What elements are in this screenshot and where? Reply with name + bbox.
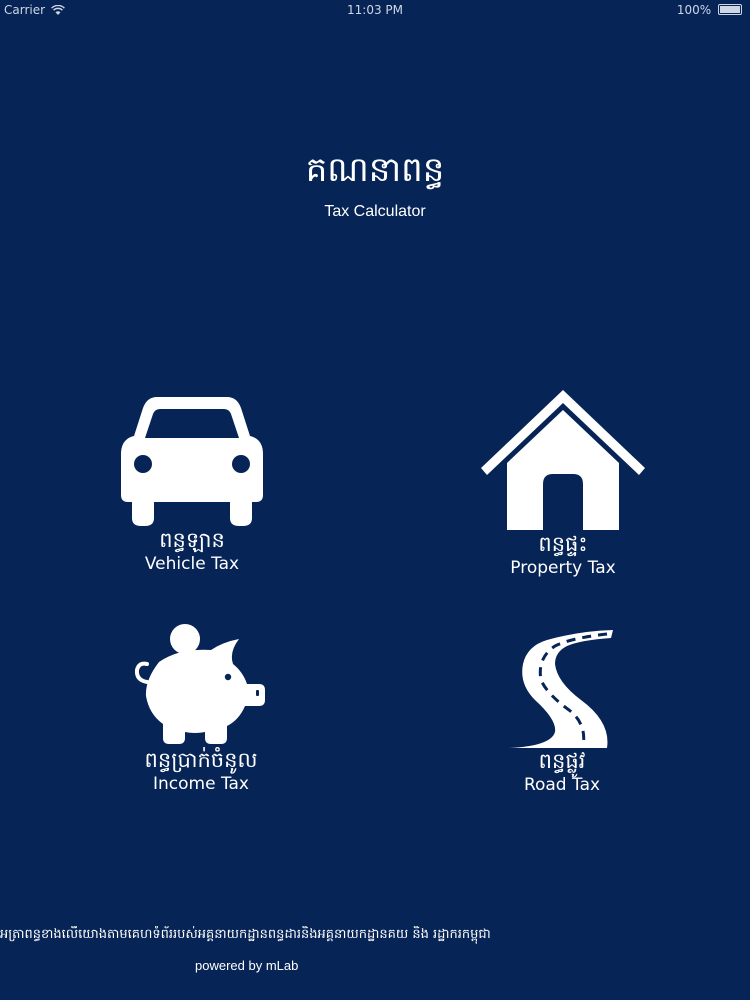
battery-percent: 100% bbox=[676, 3, 712, 17]
property-tax-button[interactable]: ពន្ធផ្ទះ Property Tax bbox=[453, 388, 673, 579]
property-tax-label: Property Tax bbox=[510, 558, 616, 578]
battery-icon bbox=[718, 4, 742, 15]
powered-by-label: powered by mLab bbox=[195, 958, 299, 973]
page-title-khmer: គណនាពន្ធ bbox=[305, 150, 445, 190]
piggy-bank-icon bbox=[134, 624, 265, 744]
road-tax-button[interactable]: ពន្ធផ្លូវ Road Tax bbox=[452, 628, 672, 796]
tax-rate-source-note: អត្រាពន្ធខាងលើយោងតាមគេហទំព័ររបស់អគ្គនាយក… bbox=[0, 927, 491, 942]
vehicle-tax-button[interactable]: ពន្ធឡាន Vehicle Tax bbox=[82, 392, 302, 575]
status-battery: 100% bbox=[677, 3, 742, 17]
road-icon bbox=[509, 630, 613, 748]
road-tax-label-khmer: ពន្ធផ្លូវ bbox=[538, 749, 586, 773]
property-tax-label-khmer: ពន្ធផ្ទះ bbox=[538, 532, 588, 556]
car-icon bbox=[121, 397, 263, 526]
house-icon bbox=[481, 390, 645, 530]
income-tax-button[interactable]: ពន្ធប្រាក់ចំនូល Income Tax bbox=[91, 622, 311, 795]
road-tax-label: Road Tax bbox=[523, 775, 601, 795]
income-tax-label: Income Tax bbox=[152, 774, 249, 794]
vehicle-tax-label: Vehicle Tax bbox=[144, 554, 240, 574]
status-bar: Carrier 11:03 PM 100% bbox=[0, 0, 750, 22]
vehicle-tax-label-khmer: ពន្ធឡាន bbox=[159, 528, 225, 552]
page-title: Tax Calculator bbox=[324, 203, 426, 220]
income-tax-label-khmer: ពន្ធប្រាក់ចំនូល bbox=[144, 748, 258, 772]
status-time: 11:03 PM bbox=[347, 3, 403, 17]
